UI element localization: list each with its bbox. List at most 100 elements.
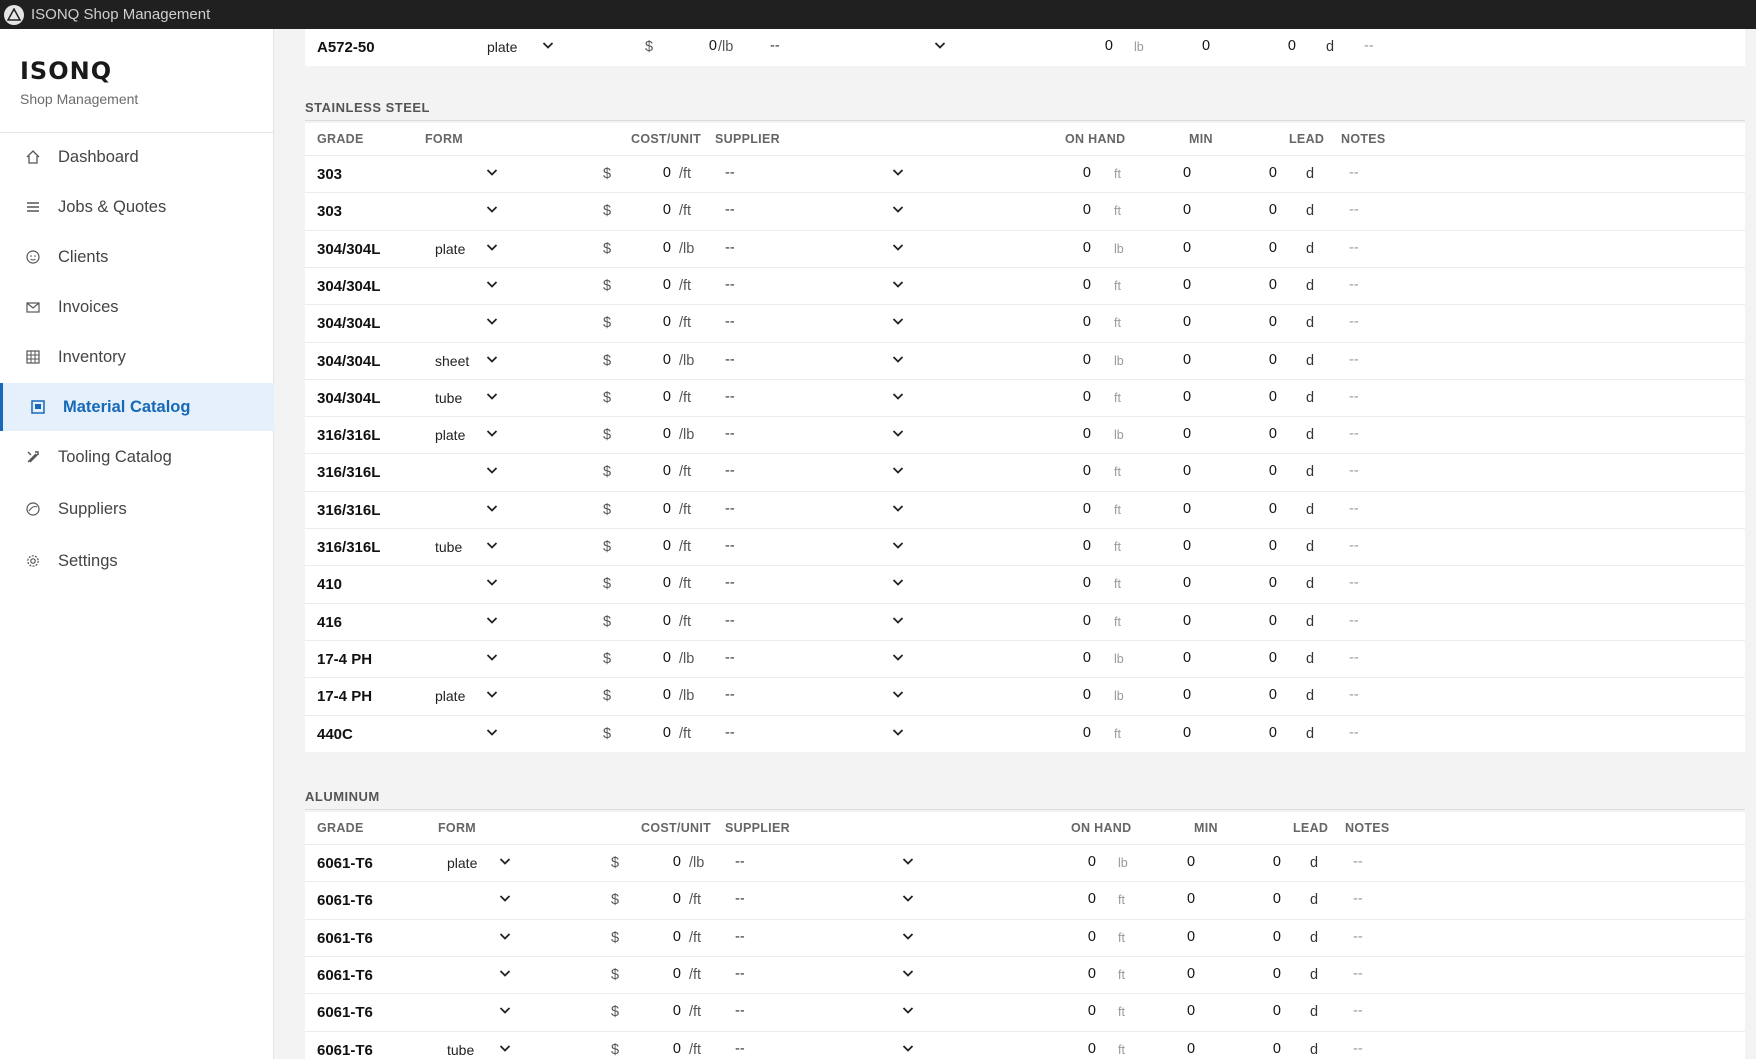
notes-input[interactable]: -- [1349,426,1359,442]
min-input[interactable]: 0 [1183,575,1191,591]
form-chevron-down-icon[interactable] [485,352,499,366]
lead-input[interactable]: 0 [1261,929,1281,945]
cost-input[interactable]: 0 [641,725,671,741]
lead-input[interactable]: 0 [1261,854,1281,870]
min-input[interactable]: 0 [1183,277,1191,293]
sidebar-item-dashboard[interactable]: Dashboard [0,133,274,181]
supplier-select[interactable]: -- [725,314,735,330]
on-hand-input[interactable]: 0 [1061,613,1091,629]
form-select-value[interactable]: tube [435,390,462,406]
cost-input[interactable]: 0 [641,650,671,666]
cost-input[interactable]: 0 [641,165,671,181]
lead-input[interactable]: 0 [1257,463,1277,479]
on-hand-input[interactable]: 0 [1066,891,1096,907]
supplier-chevron-down-icon[interactable] [901,1041,915,1055]
form-chevron-down-icon[interactable] [485,687,499,701]
notes-input[interactable]: -- [1349,202,1359,218]
on-hand-input[interactable]: 0 [1061,277,1091,293]
supplier-select[interactable]: -- [735,1003,745,1019]
min-input[interactable]: 0 [1187,891,1195,907]
min-input[interactable]: 0 [1183,501,1191,517]
form-select-value[interactable]: tube [447,1042,474,1058]
sidebar-item-clients[interactable]: Clients [0,233,274,281]
form-select-value[interactable]: plate [487,39,517,55]
notes-input[interactable]: -- [1349,352,1359,368]
cost-input[interactable]: 0 [641,389,671,405]
sidebar-item-inventory[interactable]: Inventory [0,333,274,381]
notes-input[interactable]: -- [1353,1041,1363,1057]
on-hand-input[interactable]: 0 [1061,389,1091,405]
lead-input[interactable]: 0 [1257,165,1277,181]
supplier-chevron-down-icon[interactable] [901,929,915,943]
on-hand-input[interactable]: 0 [1083,38,1113,54]
cost-input[interactable]: 0 [651,929,681,945]
supplier-select[interactable]: -- [725,538,735,554]
on-hand-input[interactable]: 0 [1066,929,1096,945]
supplier-chevron-down-icon[interactable] [891,277,905,291]
on-hand-input[interactable]: 0 [1066,1041,1096,1057]
form-select-value[interactable]: plate [435,241,465,257]
sidebar-item-tooling-catalog[interactable]: Tooling Catalog [0,433,274,481]
notes-input[interactable]: -- [1349,165,1359,181]
min-input[interactable]: 0 [1183,725,1191,741]
cost-input[interactable]: 0 [641,426,671,442]
form-chevron-down-icon[interactable] [498,929,512,943]
form-chevron-down-icon[interactable] [485,501,499,515]
lead-input[interactable]: 0 [1257,352,1277,368]
supplier-select[interactable]: -- [725,240,735,256]
on-hand-input[interactable]: 0 [1061,314,1091,330]
notes-input[interactable]: -- [1353,966,1363,982]
lead-input[interactable]: 0 [1261,1041,1281,1057]
min-input[interactable]: 0 [1187,966,1195,982]
notes-input[interactable]: -- [1349,314,1359,330]
min-input[interactable]: 0 [1183,314,1191,330]
supplier-select[interactable]: -- [735,929,745,945]
notes-input[interactable]: -- [1353,929,1363,945]
notes-input[interactable]: -- [1349,687,1359,703]
notes-input[interactable]: -- [1349,538,1359,554]
supplier-select[interactable]: -- [735,854,745,870]
lead-input[interactable]: 0 [1257,240,1277,256]
on-hand-input[interactable]: 0 [1061,538,1091,554]
form-chevron-down-icon[interactable] [485,725,499,739]
form-chevron-down-icon[interactable] [541,38,555,52]
min-input[interactable]: 0 [1187,929,1195,945]
form-chevron-down-icon[interactable] [485,613,499,627]
supplier-chevron-down-icon[interactable] [891,501,905,515]
min-input[interactable]: 0 [1187,854,1195,870]
form-chevron-down-icon[interactable] [498,891,512,905]
cost-input[interactable]: 0 [641,314,671,330]
supplier-chevron-down-icon[interactable] [901,966,915,980]
sidebar-item-material-catalog[interactable]: Material Catalog [0,383,274,431]
notes-input[interactable]: -- [1349,650,1359,666]
supplier-chevron-down-icon[interactable] [891,613,905,627]
form-select-value[interactable]: sheet [435,353,469,369]
supplier-chevron-down-icon[interactable] [891,687,905,701]
min-input[interactable]: 0 [1183,389,1191,405]
supplier-select[interactable]: -- [725,389,735,405]
min-input[interactable]: 0 [1187,1041,1195,1057]
form-chevron-down-icon[interactable] [485,240,499,254]
supplier-chevron-down-icon[interactable] [901,854,915,868]
supplier-chevron-down-icon[interactable] [891,165,905,179]
min-input[interactable]: 0 [1183,352,1191,368]
on-hand-input[interactable]: 0 [1061,352,1091,368]
lead-input[interactable]: 0 [1257,501,1277,517]
on-hand-input[interactable]: 0 [1066,966,1096,982]
on-hand-input[interactable]: 0 [1061,463,1091,479]
supplier-select[interactable]: -- [725,501,735,517]
cost-input[interactable]: 0 [651,854,681,870]
cost-input[interactable]: 0 [641,575,671,591]
supplier-select[interactable]: -- [725,165,735,181]
on-hand-input[interactable]: 0 [1061,575,1091,591]
supplier-chevron-down-icon[interactable] [891,202,905,216]
cost-input[interactable]: 0 [651,1003,681,1019]
form-chevron-down-icon[interactable] [485,575,499,589]
on-hand-input[interactable]: 0 [1061,165,1091,181]
lead-input[interactable]: 0 [1257,687,1277,703]
supplier-chevron-down-icon[interactable] [901,1003,915,1017]
supplier-chevron-down-icon[interactable] [901,891,915,905]
notes-input[interactable]: -- [1349,463,1359,479]
min-input[interactable]: 0 [1187,1003,1195,1019]
notes-input[interactable]: -- [1353,1003,1363,1019]
